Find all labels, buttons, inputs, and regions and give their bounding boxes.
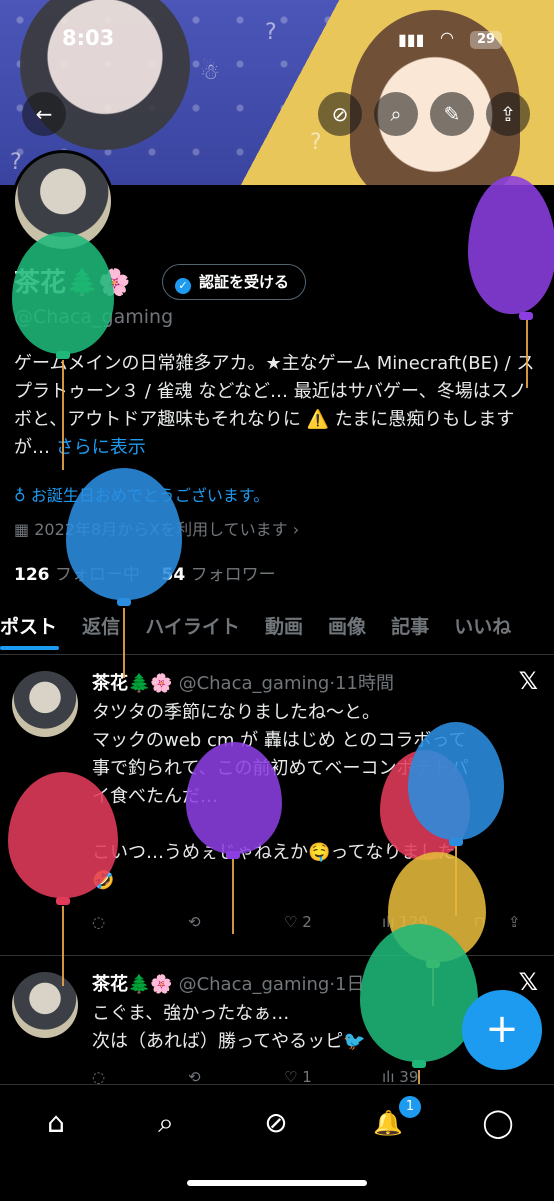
like-count: 2 [302, 913, 312, 931]
heart-icon: ♡ [284, 913, 298, 931]
tab-photos[interactable]: 画像 [318, 606, 376, 650]
edit-button[interactable]: ✎ [430, 92, 474, 136]
balloon-icon: ♁ [14, 486, 26, 505]
followers-label: フォロワー [190, 565, 276, 585]
post-time: ·1日 [329, 974, 365, 995]
search-icon: ⌕ [390, 102, 402, 126]
grok-button[interactable]: ⊘ [318, 92, 362, 136]
x-logo-icon: 𝕏 [518, 667, 538, 695]
balloon-string [123, 608, 125, 678]
home-indicator [187, 1180, 367, 1186]
balloon-knot [56, 897, 70, 905]
battery-icon: 29 [470, 31, 502, 49]
balloon-string [526, 318, 528, 388]
balloon-string [62, 360, 64, 470]
post-avatar[interactable] [12, 671, 78, 737]
balloon-knot [226, 851, 240, 859]
compose-post-button[interactable]: + [462, 990, 542, 1070]
balloon-knot [412, 1060, 426, 1068]
show-more-link[interactable]: さらに表示 [56, 437, 146, 458]
post-author-handle: @Chaca_gaming [178, 673, 330, 694]
tab-videos[interactable]: 動画 [255, 606, 313, 650]
status-bar: 8:03 ▮▮▮ ◠ 29 [0, 0, 554, 60]
tab-posts[interactable]: ポスト [0, 606, 67, 650]
post-header: 茶花🌲🌸 @Chaca_gaming·1日 [92, 970, 365, 996]
post-time: ·11時間 [329, 673, 394, 694]
edit-pencil-icon: ✎ [443, 102, 461, 126]
profile-tabs: ポスト 返信 ハイライト 動画 画像 記事 いいね [0, 606, 554, 655]
like-button[interactable]: ♡ 2 [284, 913, 312, 931]
share-button[interactable]: ⇪ [486, 92, 530, 136]
status-time: 8:03 [62, 26, 115, 50]
back-button[interactable]: ← [22, 92, 66, 136]
post-text-line: こいつ…うめぇじゃねえか🤤ってなりました [92, 842, 456, 863]
post-avatar[interactable] [12, 972, 78, 1038]
repost-icon[interactable]: ⟲ [188, 913, 201, 931]
balloon-string [232, 858, 234, 934]
balloon-blue [408, 722, 504, 840]
notification-badge: 1 [397, 1094, 423, 1120]
grok-icon: ⊘ [331, 102, 349, 126]
share-icon: ⇪ [499, 102, 517, 126]
wifi-icon: ◠ [440, 28, 454, 47]
balloon-string [418, 1070, 420, 1084]
get-verified-button[interactable]: ✓ 認証を受ける [162, 264, 307, 300]
calendar-icon: ▦ [14, 520, 30, 539]
balloon-red [8, 772, 118, 898]
balloon-green [12, 232, 114, 354]
tab-replies[interactable]: 返信 [72, 606, 130, 650]
search-nav-icon[interactable]: ⌕ [146, 1103, 186, 1143]
grok-nav-icon[interactable]: ⊘ [256, 1103, 296, 1143]
post-author-name: 茶花🌲🌸 [92, 673, 173, 694]
reply-icon[interactable]: ◌ [92, 913, 105, 931]
balloon-string [62, 906, 64, 986]
balloon-purple [186, 742, 282, 854]
chevron-right-icon: › [292, 520, 300, 539]
x-logo-icon: 𝕏 [518, 968, 538, 996]
signal-icon: ▮▮▮ [398, 30, 425, 49]
back-arrow-icon: ← [35, 102, 53, 126]
share-post-icon[interactable]: ⇪ [508, 913, 521, 931]
balloon-knot [56, 351, 70, 359]
search-button[interactable]: ⌕ [374, 92, 418, 136]
balloon-purple [468, 176, 554, 314]
following-count: 126 [14, 565, 50, 585]
post-text-line: タツタの季節になりましたね〜と。 [92, 702, 380, 723]
post-author-handle: @Chaca_gaming [178, 974, 330, 995]
tab-likes[interactable]: いいね [444, 606, 521, 650]
balloon-knot [519, 312, 533, 320]
plus-icon: + [485, 1006, 519, 1052]
post-author-name: 茶花🌲🌸 [92, 974, 173, 995]
balloon-knot [449, 838, 463, 846]
banner-decoration: ? [310, 130, 322, 155]
followers-link[interactable]: 54 フォロワー [162, 565, 276, 585]
get-verified-label: 認証を受ける [199, 273, 290, 291]
balloon-knot [117, 598, 131, 606]
home-icon[interactable]: ⌂ [36, 1103, 76, 1143]
banner-decoration: ☃ [200, 60, 220, 85]
post-header: 茶花🌲🌸 @Chaca_gaming·11時間 [92, 669, 394, 695]
profile-bio: ゲームメインの日常雑多アカ。★主なゲーム Minecraft(BE) / スプラ… [14, 350, 544, 462]
tab-highlights[interactable]: ハイライト [135, 606, 250, 650]
balloon-blue [66, 468, 182, 600]
verified-check-icon: ✓ [175, 278, 191, 294]
tab-articles[interactable]: 記事 [381, 606, 439, 650]
messages-icon[interactable]: ◯ [478, 1103, 518, 1143]
